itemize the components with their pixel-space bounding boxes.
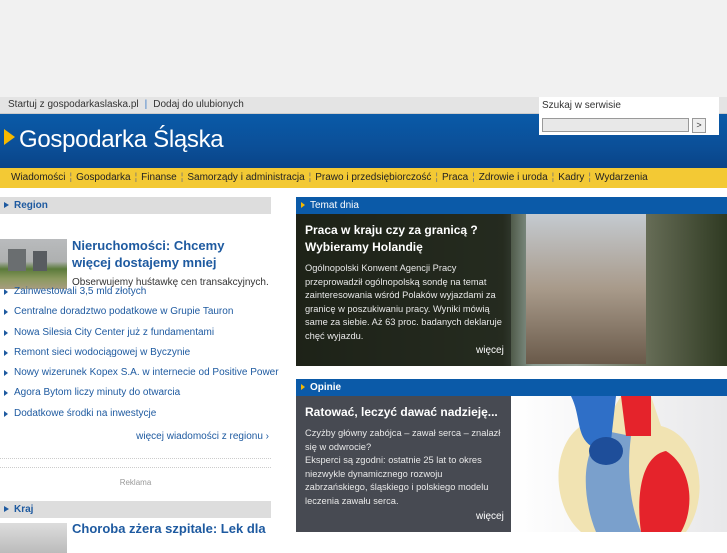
section-header-temat[interactable]: Temat dnia bbox=[296, 197, 727, 214]
opinie-box: Ratować, leczyć dawać nadzieję... Czyżby… bbox=[296, 396, 727, 532]
divider bbox=[0, 458, 271, 459]
divider bbox=[0, 467, 271, 468]
news-list-item[interactable]: Dodatkowe środki na inwestycje bbox=[0, 408, 279, 428]
article-thumbnail[interactable] bbox=[0, 239, 67, 289]
nav-item[interactable]: Samorządy i administracja bbox=[187, 172, 304, 183]
nav-separator: ¦ bbox=[308, 172, 312, 183]
featured-article: Nieruchomości: Chcemy więcej dostajemy m… bbox=[0, 214, 271, 289]
nav-separator: ¦ bbox=[472, 172, 475, 183]
logo[interactable]: Gospodarka Śląska bbox=[4, 126, 224, 154]
nav-item[interactable]: Gospodarka bbox=[76, 172, 130, 183]
nav-item[interactable]: Praca bbox=[442, 172, 468, 183]
separator: | bbox=[144, 99, 148, 110]
region-news-list: Zainwestowali 3,5 mld złotych Centralne d… bbox=[0, 286, 279, 428]
nav-separator: ¦ bbox=[69, 172, 73, 183]
opinie-body: Czyżby główny zabójca – zawał serca – zn… bbox=[305, 427, 502, 508]
nav-separator: ¦ bbox=[551, 172, 555, 183]
news-list-item[interactable]: Centralne doradztwo podatkowe w Grupie T… bbox=[0, 306, 279, 326]
logo-text: Gospodarka Śląska bbox=[19, 126, 224, 153]
section-header-region[interactable]: Region bbox=[0, 197, 271, 214]
play-icon bbox=[4, 129, 15, 145]
nav-separator: ¦ bbox=[180, 172, 184, 183]
nav-item[interactable]: Wiadomości bbox=[11, 172, 65, 183]
start-link[interactable]: Startuj z gospodarkaslaska.pl bbox=[8, 99, 139, 110]
nav-separator: ¦ bbox=[588, 172, 592, 183]
opinie-more-link[interactable]: więcej bbox=[476, 511, 504, 522]
ad-label: Reklama bbox=[119, 478, 152, 487]
nav-item[interactable]: Prawo i przedsiębiorczość bbox=[315, 172, 431, 183]
heart-illustration bbox=[511, 396, 727, 532]
temat-dnia-box: Praca w kraju czy za granicą ? Wybieramy… bbox=[296, 214, 727, 366]
nav-item[interactable]: Kadry bbox=[558, 172, 584, 183]
search-label: Szukaj w serwisie bbox=[542, 100, 621, 111]
news-list-item[interactable]: Nowy wizerunek Kopex S.A. w internecie o… bbox=[0, 367, 279, 387]
region-section: Region Nieruchomości: Chcemy więcej dost… bbox=[0, 197, 279, 553]
opinie-headline[interactable]: Ratować, leczyć dawać nadzieję... bbox=[305, 404, 502, 421]
temat-body: Ogólnopolski Konwent Agencji Pracy przep… bbox=[305, 263, 502, 341]
main-nav: Wiadomości ¦ Gospodarka ¦ Finanse ¦ Samorządy … bbox=[0, 168, 727, 188]
amsterdam-photo bbox=[526, 214, 646, 364]
right-column: Temat dnia Praca w kraju czy za granicą … bbox=[296, 197, 727, 532]
search-box: Szukaj w serwisie > bbox=[539, 97, 719, 135]
news-list-item[interactable]: Remont sieci wodociągowej w Byczynie bbox=[0, 347, 279, 367]
nav-item[interactable]: Finanse bbox=[141, 172, 177, 183]
temat-more-link[interactable]: więcej bbox=[476, 345, 504, 356]
opinie-text-panel: Ratować, leczyć dawać nadzieję... Czyżby… bbox=[296, 396, 511, 532]
news-list-item[interactable]: Zainwestowali 3,5 mld złotych bbox=[0, 286, 279, 306]
search-button[interactable]: > bbox=[692, 118, 706, 133]
kraj-headline[interactable]: Choroba zżera szpitale: Lek dla bbox=[72, 521, 266, 536]
temat-text-panel: Praca w kraju czy za granicą ? Wybieramy… bbox=[296, 214, 511, 366]
article-thumbnail[interactable] bbox=[0, 523, 67, 553]
more-region-link[interactable]: więcej wiadomości z regionu › bbox=[136, 431, 269, 442]
nav-separator: ¦ bbox=[134, 172, 138, 183]
search-input[interactable] bbox=[542, 118, 689, 132]
section-header-kraj[interactable]: Kraj bbox=[0, 501, 271, 518]
nav-item[interactable]: Zdrowie i uroda bbox=[479, 172, 548, 183]
opinie-body-1: Czyżby główny zabójca – zawał serca – zn… bbox=[305, 428, 501, 452]
news-list-item[interactable]: Nowa Silesia City Center już z fundament… bbox=[0, 327, 279, 347]
featured-headline[interactable]: Nieruchomości: Chcemy więcej dostajemy m… bbox=[72, 237, 267, 271]
news-list-item[interactable]: Agora Bytom liczy minuty do otwarcia bbox=[0, 387, 279, 407]
temat-headline[interactable]: Praca w kraju czy za granicą ? Wybieramy… bbox=[305, 222, 502, 256]
nav-separator: ¦ bbox=[435, 172, 439, 183]
nav-item[interactable]: Wydarzenia bbox=[595, 172, 648, 183]
kraj-section: Kraj Choroba zżera szpitale: Lek dla bbox=[0, 501, 271, 553]
blank-area bbox=[0, 0, 727, 97]
opinie-body-2: Eksperci są zgodni: ostatnie 25 lat to o… bbox=[305, 455, 489, 506]
section-header-opinie[interactable]: Opinie bbox=[296, 379, 727, 396]
favorites-link[interactable]: Dodaj do ulubionych bbox=[153, 99, 244, 110]
